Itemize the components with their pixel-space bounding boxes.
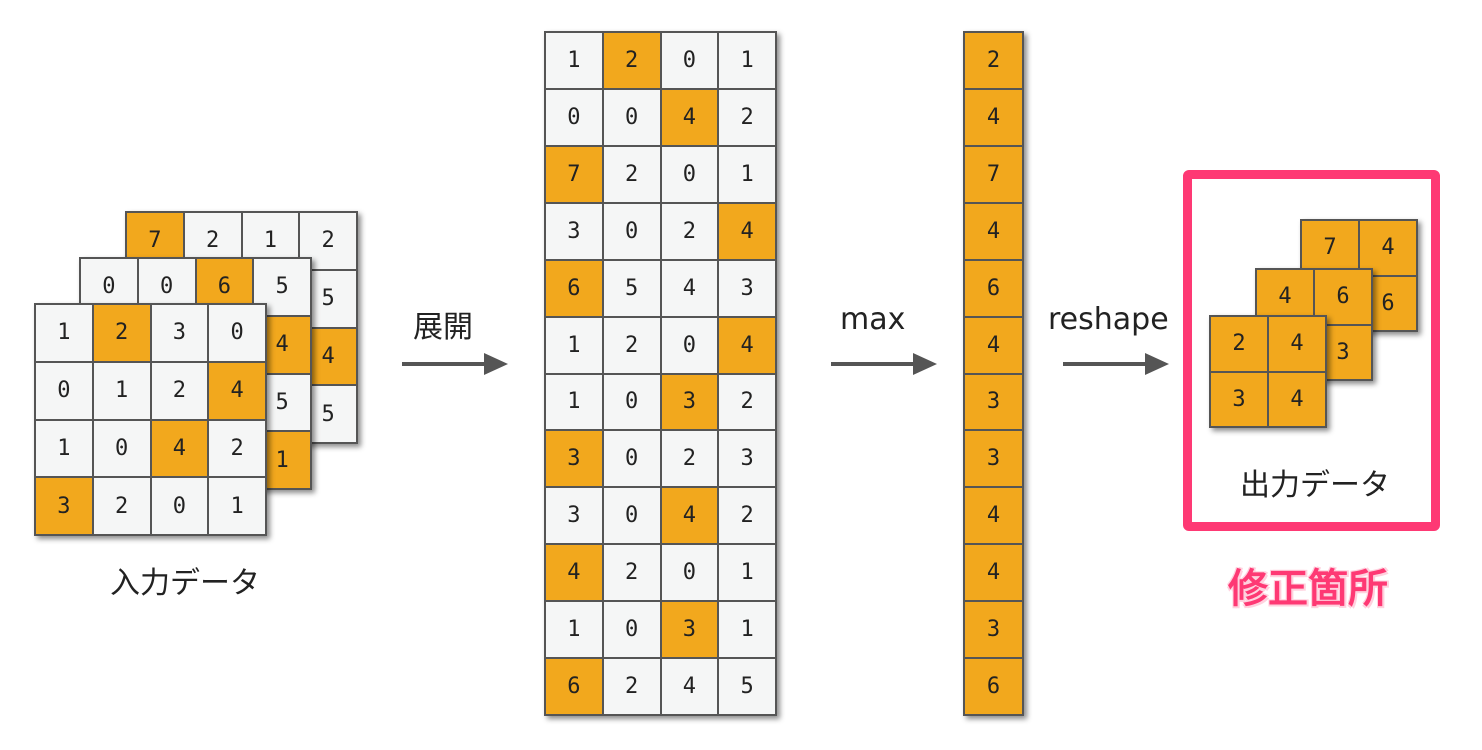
matrix-cell: 0: [546, 89, 602, 145]
matrix-cell: 0: [603, 602, 660, 658]
matrix-cell: 4: [151, 420, 208, 477]
matrix-cell: 2: [965, 33, 1022, 88]
matrix-cell: 3: [661, 602, 718, 658]
matrix-cell: 0: [36, 362, 92, 419]
matrix-cell: 2: [603, 146, 660, 202]
matrix-cell: 4: [1269, 317, 1325, 371]
matrix-cell: 2: [719, 374, 775, 430]
matrix-cell: 0: [603, 89, 660, 145]
matrix-cell: 4: [661, 488, 718, 544]
matrix-cell: 4: [965, 545, 1022, 601]
matrix-cell: 3: [546, 431, 602, 487]
matrix-cell: 3: [719, 431, 775, 487]
matrix-cell: 7: [1302, 221, 1358, 275]
matrix-cell: 1: [36, 305, 92, 361]
matrix-cell: 4: [719, 203, 775, 259]
matrix-cell: 0: [603, 374, 660, 430]
max-arrow-icon: [831, 353, 937, 375]
matrix-cell: 7: [965, 146, 1022, 202]
output-data-label: 出力データ: [1240, 468, 1390, 503]
matrix-cell: 5: [603, 260, 660, 316]
matrix-cell: 1: [546, 602, 602, 658]
matrix-cell: 2: [603, 33, 660, 88]
matrix-cell: 2: [719, 488, 775, 544]
matrix-cell: 4: [209, 362, 265, 419]
matrix-cell: 7: [546, 146, 602, 202]
matrix-cell: 6: [546, 260, 602, 316]
reshape-arrow-icon: [1063, 353, 1169, 375]
max-label: max: [840, 302, 906, 337]
matrix-cell: 2: [603, 317, 660, 373]
matrix-cell: 3: [1211, 372, 1267, 426]
matrix-cell: 4: [546, 545, 602, 601]
expand-arrow-icon: [402, 353, 508, 375]
matrix-cell: 1: [546, 374, 602, 430]
matrix-cell: 0: [93, 420, 150, 477]
matrix-cell: 1: [36, 420, 92, 477]
matrix-cell: 4: [661, 89, 718, 145]
matrix-cell: 0: [661, 545, 718, 601]
matrix-cell: 2: [209, 420, 265, 477]
matrix-cell: 0: [661, 317, 718, 373]
matrix-cell: 3: [36, 478, 92, 534]
matrix-cell: 6: [965, 659, 1022, 714]
expand-label: 展開: [413, 310, 473, 345]
matrix-cell: 2: [93, 478, 150, 534]
matrix-cell: 4: [965, 317, 1022, 373]
matrix-cell: 0: [603, 203, 660, 259]
matrix-cell: 0: [603, 488, 660, 544]
matrix-cell: 1: [719, 602, 775, 658]
matrix-cell: 2: [93, 305, 150, 361]
matrix-cell: 2: [719, 89, 775, 145]
matrix-cell: 3: [965, 374, 1022, 430]
input-data-label: 入力データ: [110, 566, 260, 601]
max-result-column: 247464334436: [963, 31, 1024, 716]
matrix-cell: 6: [546, 659, 602, 714]
reshape-label: reshape: [1048, 302, 1169, 337]
matrix-cell: 3: [546, 488, 602, 544]
matrix-cell: 6: [965, 260, 1022, 316]
matrix-cell: 3: [965, 431, 1022, 487]
matrix-cell: 0: [603, 431, 660, 487]
matrix-cell: 3: [965, 602, 1022, 658]
matrix-cell: 1: [719, 146, 775, 202]
matrix-cell: 4: [965, 488, 1022, 544]
matrix-cell: 2: [603, 545, 660, 601]
output-channel-grid: 2434: [1209, 315, 1327, 428]
matrix-cell: 4: [965, 89, 1022, 145]
correction-note: 修正箇所: [1228, 566, 1388, 612]
matrix-cell: 4: [661, 659, 718, 714]
matrix-cell: 1: [93, 362, 150, 419]
matrix-cell: 1: [719, 545, 775, 601]
matrix-cell: 4: [1269, 372, 1325, 426]
matrix-cell: 2: [603, 659, 660, 714]
matrix-cell: 0: [661, 146, 718, 202]
matrix-cell: 5: [719, 659, 775, 714]
expanded-matrix: 1201004272013024654312041032302330424201…: [544, 31, 777, 716]
matrix-cell: 3: [546, 203, 602, 259]
matrix-cell: 0: [209, 305, 265, 361]
input-channel-grid: 1230012410423201: [34, 303, 267, 536]
matrix-cell: 0: [151, 478, 208, 534]
matrix-cell: 4: [719, 317, 775, 373]
matrix-cell: 1: [546, 317, 602, 373]
matrix-cell: 2: [661, 203, 718, 259]
matrix-cell: 1: [209, 478, 265, 534]
matrix-cell: 3: [151, 305, 208, 361]
matrix-cell: 4: [965, 203, 1022, 259]
matrix-cell: 2: [661, 431, 718, 487]
matrix-cell: 4: [1360, 221, 1416, 275]
matrix-cell: 3: [719, 260, 775, 316]
matrix-cell: 2: [1211, 317, 1267, 371]
matrix-cell: 1: [546, 33, 602, 88]
matrix-cell: 2: [151, 362, 208, 419]
matrix-cell: 4: [661, 260, 718, 316]
matrix-cell: 1: [719, 33, 775, 88]
matrix-cell: 0: [661, 33, 718, 88]
matrix-cell: 3: [661, 374, 718, 430]
